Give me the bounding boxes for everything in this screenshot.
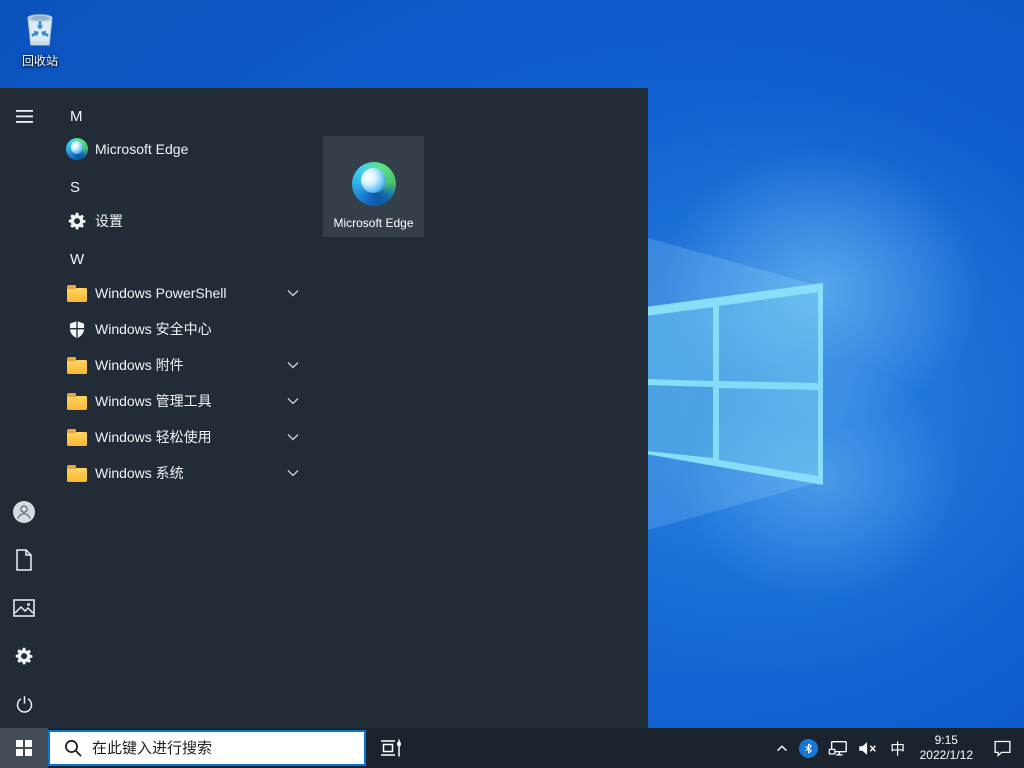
- startmenu-item-windows-admin-tools[interactable]: Windows 管理工具: [48, 383, 318, 419]
- startmenu-section-header-m[interactable]: M: [48, 98, 318, 134]
- task-view-icon: [380, 738, 402, 758]
- system-tray: 中 9:15 2022/1/12: [769, 728, 1024, 768]
- taskbar-search-box[interactable]: [48, 730, 366, 766]
- volume-button[interactable]: [853, 728, 883, 768]
- search-icon: [63, 738, 83, 758]
- startmenu-item-windows-accessories[interactable]: Windows 附件: [48, 347, 318, 383]
- bluetooth-button[interactable]: [795, 728, 823, 768]
- hamburger-icon: [16, 110, 33, 123]
- bluetooth-icon: [799, 739, 818, 758]
- user-account-button[interactable]: [0, 488, 48, 536]
- gear-icon: [67, 211, 88, 232]
- windows-start-icon: [16, 740, 32, 756]
- action-center-button[interactable]: [980, 728, 1024, 768]
- chevron-down-icon[interactable]: [286, 286, 300, 300]
- recycle-bin-icon: [21, 10, 59, 50]
- tray-expand-button[interactable]: [769, 728, 795, 768]
- user-icon: [12, 500, 36, 524]
- folder-icon: [67, 288, 87, 302]
- shield-icon: [67, 319, 87, 340]
- startmenu-item-windows-security[interactable]: Windows 安全中心: [48, 311, 318, 347]
- pictures-button[interactable]: [0, 584, 48, 632]
- ethernet-icon: [827, 738, 849, 758]
- startmenu-item-windows-powershell[interactable]: Windows PowerShell: [48, 275, 318, 311]
- chevron-down-icon[interactable]: [286, 358, 300, 372]
- startmenu-item-windows-system[interactable]: Windows 系统: [48, 455, 318, 491]
- startmenu-item-settings[interactable]: 设置: [48, 203, 318, 239]
- chevron-down-icon[interactable]: [286, 394, 300, 408]
- ime-indicator[interactable]: 中: [883, 728, 913, 768]
- folder-icon: [67, 396, 87, 410]
- edge-icon: [352, 162, 396, 206]
- start-button[interactable]: [0, 728, 48, 768]
- chevron-down-icon[interactable]: [286, 466, 300, 480]
- edge-icon: [66, 138, 88, 160]
- settings-button[interactable]: [0, 632, 48, 680]
- documents-button[interactable]: [0, 536, 48, 584]
- expand-menu-button[interactable]: [0, 92, 48, 140]
- network-button[interactable]: [823, 728, 853, 768]
- chevron-up-icon: [774, 740, 790, 756]
- task-view-button[interactable]: [368, 728, 414, 768]
- recycle-bin-label: 回收站: [8, 52, 72, 69]
- clock[interactable]: 9:15 2022/1/12: [913, 728, 980, 768]
- startmenu-item-microsoft-edge[interactable]: Microsoft Edge: [48, 131, 318, 167]
- chevron-down-icon[interactable]: [286, 430, 300, 444]
- folder-icon: [67, 468, 87, 482]
- desktop-icon-recycle-bin[interactable]: 回收站: [8, 10, 72, 69]
- volume-muted-icon: [857, 740, 879, 757]
- power-icon: [14, 694, 35, 715]
- gear-icon: [14, 646, 35, 667]
- pictures-icon: [13, 599, 35, 617]
- document-icon: [14, 549, 34, 571]
- search-input[interactable]: [92, 740, 364, 757]
- tile-microsoft-edge[interactable]: Microsoft Edge: [323, 136, 424, 237]
- startmenu-item-windows-ease-of-access[interactable]: Windows 轻松使用: [48, 419, 318, 455]
- power-button[interactable]: [0, 680, 48, 728]
- action-center-icon: [992, 738, 1013, 758]
- folder-icon: [67, 360, 87, 374]
- startmenu-section-header-w[interactable]: W: [48, 241, 318, 277]
- folder-icon: [67, 432, 87, 446]
- date-label: 2022/1/12: [920, 748, 973, 763]
- startmenu-section-header-s[interactable]: S: [48, 169, 318, 205]
- time-label: 9:15: [920, 733, 973, 748]
- taskbar: 中 9:15 2022/1/12: [0, 728, 1024, 768]
- start-menu: M Microsoft Edge S 设置 W Windows PowerShe…: [0, 88, 648, 728]
